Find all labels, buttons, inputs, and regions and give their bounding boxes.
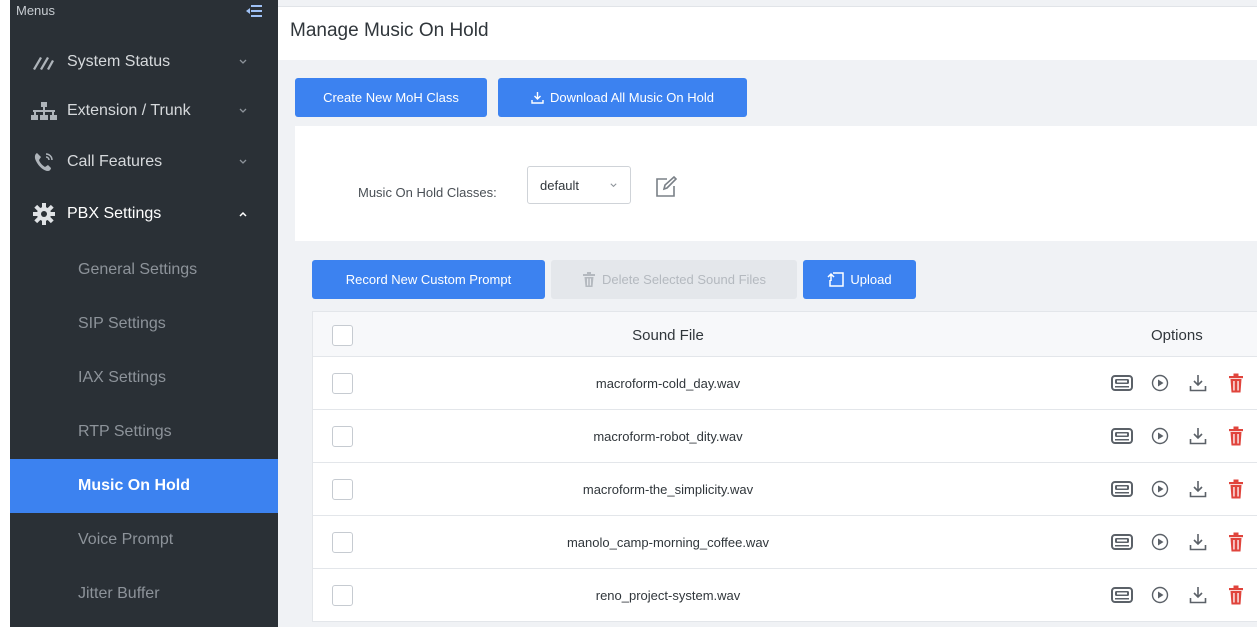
record-custom-prompt-label: Record New Custom Prompt xyxy=(345,272,512,287)
sidebar-item-pbx-settings[interactable]: PBX Settings xyxy=(10,189,278,239)
voicemail-icon[interactable] xyxy=(1110,530,1134,554)
sound-files-table: Sound File Options macroform-cold_day.wa… xyxy=(312,311,1257,622)
sidebar-item-label: Extension / Trunk xyxy=(67,102,191,119)
row-options xyxy=(1110,582,1257,608)
download-icon xyxy=(531,91,544,104)
download-icon[interactable] xyxy=(1186,530,1210,554)
moh-class-panel: Music On Hold Classes: default xyxy=(295,126,1257,241)
moh-class-selected-value: default xyxy=(540,177,580,193)
table-body: macroform-cold_day.wav macroform-robot_d… xyxy=(312,357,1257,622)
sidebar-subitem-iax-settings[interactable]: IAX Settings xyxy=(10,351,278,405)
download-all-moh-label: Download All Music On Hold xyxy=(549,90,715,105)
row-options xyxy=(1110,423,1257,449)
sound-file-name: manolo_camp-morning_coffee.wav xyxy=(566,535,770,550)
download-all-moh-button[interactable]: Download All Music On Hold xyxy=(498,78,747,117)
moh-classes-label: Music On Hold Classes: xyxy=(358,185,497,200)
create-moh-class-label: Create New MoH Class xyxy=(323,90,459,105)
sidebar-item-label: Call Features xyxy=(67,153,163,170)
upload-button[interactable]: Upload xyxy=(803,260,916,299)
row-options xyxy=(1110,476,1257,502)
column-header-options: Options xyxy=(1151,327,1203,344)
sound-file-name: macroform-the_simplicity.wav xyxy=(582,482,754,497)
delete-icon[interactable] xyxy=(1224,530,1248,554)
delete-icon[interactable] xyxy=(1224,371,1248,395)
play-icon[interactable] xyxy=(1148,530,1172,554)
moh-class-select[interactable]: default xyxy=(527,166,631,204)
table-row: macroform-robot_dity.wav xyxy=(312,410,1257,463)
record-custom-prompt-button[interactable]: Record New Custom Prompt xyxy=(312,260,545,299)
create-moh-class-button[interactable]: Create New MoH Class xyxy=(295,78,487,117)
sidebar-subitem-general-settings[interactable]: General Settings xyxy=(10,243,278,297)
main-content: Manage Music On Hold Create New MoH Clas… xyxy=(278,0,1257,627)
download-icon[interactable] xyxy=(1186,424,1210,448)
sidebar-item-label: PBX Settings xyxy=(67,205,162,222)
column-header-sound-file: Sound File xyxy=(632,327,704,344)
sidebar-item-label: System Status xyxy=(67,53,171,70)
table-header: Sound File Options xyxy=(312,311,1257,357)
collapse-menu-icon[interactable] xyxy=(246,4,262,18)
table-row: reno_project-system.wav xyxy=(312,569,1257,622)
delete-selected-label: Delete Selected Sound Files xyxy=(601,272,767,287)
sidebar-item-extension-trunk[interactable]: Extension / Trunk xyxy=(10,86,278,136)
sidebar-item-system-status[interactable]: System Status xyxy=(10,37,278,87)
upload-icon xyxy=(827,272,845,287)
voicemail-icon[interactable] xyxy=(1110,583,1134,607)
sidebar-subitem-rtp-settings[interactable]: RTP Settings xyxy=(10,405,278,459)
row-options xyxy=(1110,370,1257,396)
download-icon[interactable] xyxy=(1186,583,1210,607)
play-icon[interactable] xyxy=(1148,371,1172,395)
network-icon xyxy=(30,100,58,122)
sidebar-subitem-music-on-hold[interactable]: Music On Hold xyxy=(10,459,278,513)
gauge-icon xyxy=(30,51,58,73)
delete-icon[interactable] xyxy=(1224,477,1248,501)
left-gutter xyxy=(0,0,10,627)
phone-icon xyxy=(30,151,58,173)
sidebar: Menus System Status Extension / Trunk Ca… xyxy=(10,0,278,627)
sidebar-header: Menus xyxy=(10,0,278,39)
menus-label: Menus xyxy=(16,3,56,18)
sidebar-subitem-sip-settings[interactable]: SIP Settings xyxy=(10,297,278,351)
page-header: Manage Music On Hold xyxy=(278,6,1257,60)
trash-icon xyxy=(582,272,596,287)
row-options xyxy=(1110,529,1257,555)
sound-file-name: macroform-robot_dity.wav xyxy=(593,429,743,444)
sidebar-subitem-jitter-buffer[interactable]: Jitter Buffer xyxy=(10,567,278,621)
play-icon[interactable] xyxy=(1148,583,1172,607)
chevron-down-icon xyxy=(239,59,247,64)
edit-icon[interactable] xyxy=(654,175,678,199)
delete-icon[interactable] xyxy=(1224,424,1248,448)
table-row: macroform-cold_day.wav xyxy=(312,357,1257,410)
play-icon[interactable] xyxy=(1148,424,1172,448)
table-row: manolo_camp-morning_coffee.wav xyxy=(312,516,1257,569)
sound-file-name: macroform-cold_day.wav xyxy=(595,376,741,391)
sidebar-subitem-voice-prompt[interactable]: Voice Prompt xyxy=(10,513,278,567)
delete-icon[interactable] xyxy=(1224,583,1248,607)
download-icon[interactable] xyxy=(1186,477,1210,501)
play-icon[interactable] xyxy=(1148,477,1172,501)
table-row: macroform-the_simplicity.wav xyxy=(312,463,1257,516)
chevron-down-icon xyxy=(610,183,617,188)
voicemail-icon[interactable] xyxy=(1110,371,1134,395)
chevron-down-icon xyxy=(239,108,247,113)
sidebar-item-call-features[interactable]: Call Features xyxy=(10,137,278,187)
sound-file-name: reno_project-system.wav xyxy=(595,588,741,603)
voicemail-icon[interactable] xyxy=(1110,477,1134,501)
page-title: Manage Music On Hold xyxy=(290,20,489,41)
chevron-up-icon xyxy=(239,211,247,217)
chevron-down-icon xyxy=(239,159,247,164)
gear-icon xyxy=(30,203,58,225)
upload-label: Upload xyxy=(850,272,892,287)
download-icon[interactable] xyxy=(1186,371,1210,395)
voicemail-icon[interactable] xyxy=(1110,424,1134,448)
delete-selected-button[interactable]: Delete Selected Sound Files xyxy=(551,260,797,299)
